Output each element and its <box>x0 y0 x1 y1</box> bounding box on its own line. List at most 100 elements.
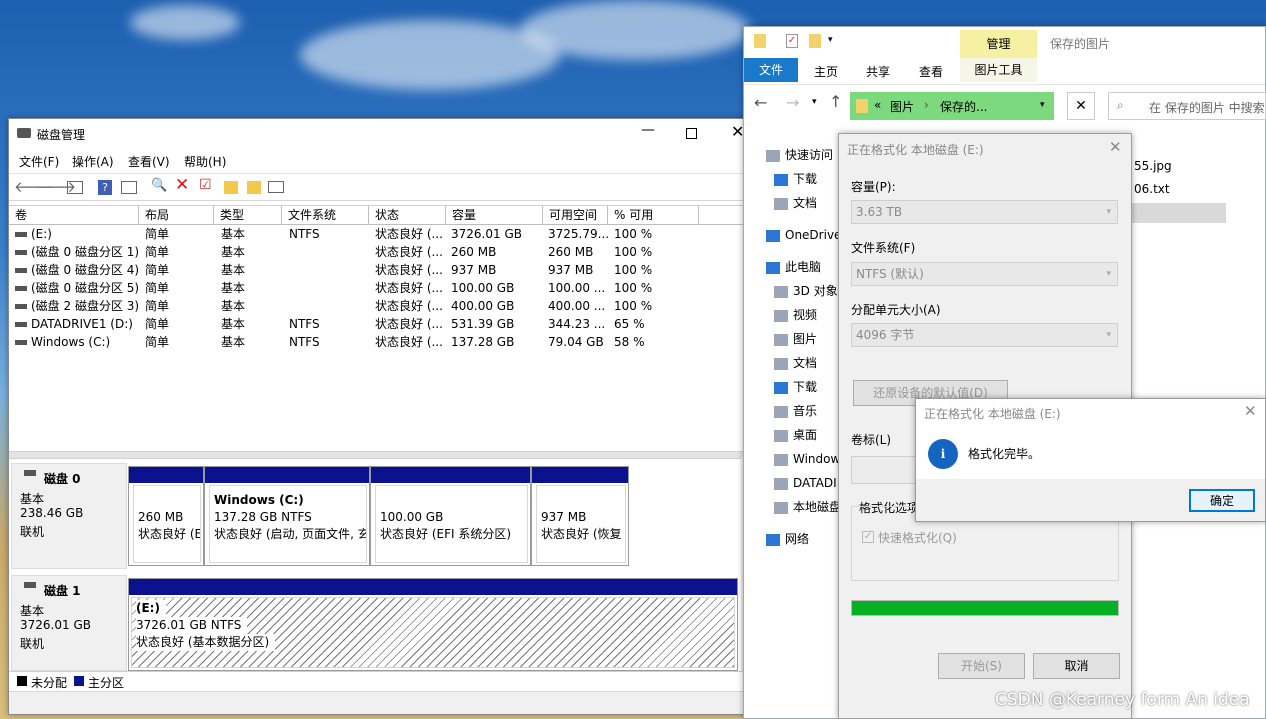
cancel-button[interactable]: 取消 <box>1033 653 1120 679</box>
delete-icon[interactable]: ✕ <box>175 175 189 195</box>
tab-picture-tools[interactable]: 图片工具 <box>960 58 1037 82</box>
nav-item[interactable]: 图片 <box>774 327 817 351</box>
check-icon[interactable]: ☑ <box>199 177 212 193</box>
breadcrumb-sep-icon: › <box>924 98 929 112</box>
selected-row[interactable] <box>1130 203 1226 223</box>
properties-icon[interactable] <box>121 181 137 194</box>
address-dropdown-icon[interactable]: ▾ <box>1040 100 1045 110</box>
disk0-partition-recovery[interactable]: 937 MB 状态良好 (恢复 <box>531 466 629 566</box>
console-tree-icon[interactable] <box>67 181 83 194</box>
nav-label: Window <box>793 452 841 466</box>
volume-row[interactable]: (磁盘 0 磁盘分区 1) 简单 基本 状态良好 (... 260 MB 260 MB 10… <box>9 243 759 261</box>
col-filesystem[interactable]: 文件系统 <box>282 206 369 225</box>
disk1-info[interactable]: 磁盘 1 基本 3726.01 GB 联机 <box>11 575 127 671</box>
nav-item[interactable]: 桌面 <box>774 423 817 447</box>
disk1-partition-e[interactable]: (E:) 3726.01 GB NTFS 状态良好 (基本数据分区) <box>128 578 738 671</box>
file-item[interactable]: 55.jpg <box>1134 159 1172 173</box>
nav-item[interactable]: 文档 <box>774 191 817 215</box>
capacity-select[interactable]: 3.63 TB ▾ <box>851 200 1118 224</box>
col-percent-free[interactable]: % 可用 <box>608 206 699 225</box>
breadcrumb-pictures[interactable]: 图片 <box>890 98 914 115</box>
nav-label: 网络 <box>785 532 810 546</box>
chevron-down-icon[interactable]: ▾ <box>828 35 833 45</box>
alloc-unit-select[interactable]: 4096 字节 ▾ <box>851 323 1118 347</box>
ok-button[interactable]: 确定 <box>1189 489 1255 512</box>
nav-item[interactable]: 视频 <box>774 303 817 327</box>
help-icon[interactable]: ? <box>98 180 112 195</box>
nav-item[interactable]: 3D 对象 <box>774 279 838 303</box>
search-box[interactable]: ⌕ 在 保存的图片 中搜索 <box>1108 92 1266 120</box>
connect-icon[interactable]: 🔍 <box>151 178 167 193</box>
quick-format-checkbox[interactable]: ✓ <box>862 531 874 543</box>
col-layout[interactable]: 布局 <box>139 206 214 225</box>
back-icon[interactable]: ← <box>754 93 767 112</box>
message-footer: 确定 <box>916 479 1265 521</box>
col-free[interactable]: 可用空间 <box>543 206 608 225</box>
col-volume[interactable]: 卷 <box>9 206 139 225</box>
forward-icon[interactable]: → <box>786 93 799 112</box>
address-bar[interactable]: « 图片 › 保存的... ▾ <box>850 92 1054 120</box>
nav-item[interactable]: Window <box>774 447 840 471</box>
cell-layout: 简单 <box>145 245 170 259</box>
menu-bar: 文件(F) 操作(A) 查看(V) 帮助(H) <box>9 149 759 171</box>
pane-splitter[interactable] <box>9 451 759 459</box>
tab-home[interactable]: 主页 <box>814 63 838 80</box>
volume-row[interactable]: Windows (C:) 简单 基本 NTFS 状态良好 (... 137.28 GB 79… <box>9 333 759 351</box>
nav-item[interactable]: DATADI <box>774 471 837 495</box>
volume-row[interactable]: (磁盘 0 磁盘分区 5) 简单 基本 状态良好 (... 100.00 GB 100.0… <box>9 279 759 297</box>
nav-item[interactable]: 文档 <box>774 351 817 375</box>
volume-icon <box>15 322 27 327</box>
new-folder-icon[interactable] <box>809 34 821 48</box>
up-icon[interactable]: ↑ <box>829 92 842 111</box>
ribbon-manage-tab[interactable]: 管理 <box>960 30 1037 58</box>
disk0-info[interactable]: 磁盘 0 基本 238.46 GB 联机 <box>11 463 127 569</box>
menu-file[interactable]: 文件(F) <box>19 153 59 170</box>
tab-view[interactable]: 查看 <box>919 63 943 80</box>
nav-label: 文档 <box>793 196 818 210</box>
nav-item[interactable]: 本地磁盘 <box>774 495 841 519</box>
close-button[interactable]: ✕ <box>1244 402 1257 420</box>
tab-file[interactable]: 文件 <box>744 58 798 82</box>
nav-item[interactable]: OneDrive <box>766 223 841 247</box>
nav-label: 3D 对象 <box>793 284 838 298</box>
menu-help[interactable]: 帮助(H) <box>184 153 226 170</box>
disk0-partition1[interactable]: 260 MB 状态良好 (E <box>128 466 204 566</box>
nav-item[interactable]: 快速访问 <box>766 143 833 167</box>
col-type[interactable]: 类型 <box>214 206 282 225</box>
properties-icon[interactable]: ✓ <box>786 34 798 48</box>
close-button[interactable]: ✕ <box>1109 138 1122 156</box>
nav-item[interactable]: 下载 <box>774 167 817 191</box>
volume-label-label: 卷标(L) <box>851 433 892 447</box>
maximize-button[interactable] <box>686 128 697 139</box>
breadcrumb-saved[interactable]: 保存的... <box>940 98 987 115</box>
nav-item[interactable]: 网络 <box>766 527 809 551</box>
menu-action[interactable]: 操作(A) <box>72 153 114 170</box>
cell-filesystem: NTFS <box>289 335 320 349</box>
folder-up-icon[interactable] <box>224 181 238 194</box>
tab-share[interactable]: 共享 <box>866 63 890 80</box>
nav-item[interactable]: 此电脑 <box>766 255 821 279</box>
volume-icon <box>15 340 27 345</box>
filesystem-select[interactable]: NTFS (默认) ▾ <box>851 262 1118 286</box>
disk0-partition-windows[interactable]: Windows (C:) 137.28 GB NTFS 状态良好 (启动, 页面文件… <box>204 466 370 566</box>
folder-search-icon[interactable] <box>247 181 261 194</box>
address-row: ← → ▾ ↑ « 图片 › 保存的... ▾ ✕ ⌕ 在 保存的图片 中搜索 <box>744 84 1266 124</box>
list-view-icon[interactable] <box>268 181 284 193</box>
nav-item[interactable]: 音乐 <box>774 399 817 423</box>
cell-free: 260 MB <box>548 245 594 259</box>
volume-row[interactable]: DATADRIVE1 (D:) 简单 基本 NTFS 状态良好 (... 531.39 G… <box>9 315 759 333</box>
cell-percent: 65 % <box>614 317 645 331</box>
start-button[interactable]: 开始(S) <box>938 653 1025 679</box>
disk0-partition-efi[interactable]: 100.00 GB 状态良好 (EFI 系统分区) <box>370 466 531 566</box>
nav-item[interactable]: 下载 <box>774 375 817 399</box>
col-capacity[interactable]: 容量 <box>446 206 543 225</box>
recent-chevron-icon[interactable]: ▾ <box>812 97 817 107</box>
col-status[interactable]: 状态 <box>369 206 446 225</box>
menu-view[interactable]: 查看(V) <box>128 153 170 170</box>
file-item[interactable]: 06.txt <box>1134 182 1170 196</box>
clear-address-button[interactable]: ✕ <box>1067 92 1095 120</box>
volume-row[interactable]: (磁盘 2 磁盘分区 3) 简单 基本 状态良好 (... 400.00 GB 400.0… <box>9 297 759 315</box>
volume-row[interactable]: (E:) 简单 基本 NTFS 状态良好 (... 3726.01 GB 3725.79..… <box>9 225 759 243</box>
minimize-button[interactable]: — <box>641 122 655 138</box>
volume-row[interactable]: (磁盘 0 磁盘分区 4) 简单 基本 状态良好 (... 937 MB 937 MB 10… <box>9 261 759 279</box>
